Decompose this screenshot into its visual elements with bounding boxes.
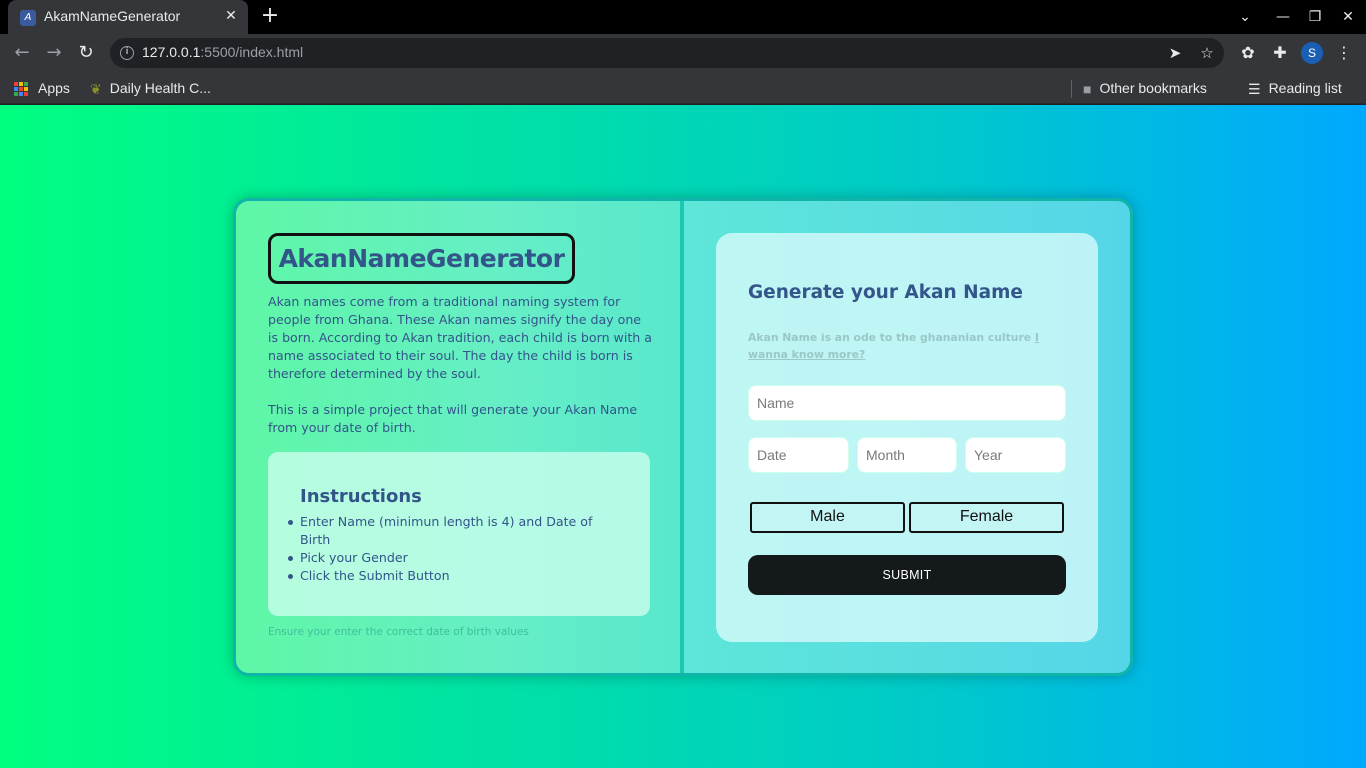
form-card: Generate your Akan Name Akan Name is an …	[716, 233, 1098, 642]
back-icon[interactable]: ←	[10, 41, 34, 65]
tab-title: AkamNameGenerator	[44, 8, 181, 24]
month-input[interactable]	[866, 438, 956, 472]
browser-titlebar: A AkamNameGenerator ✕ + ⌄ — ❐ ✕	[0, 0, 1366, 34]
intro-paragraph: Akan names come from a traditional namin…	[268, 294, 652, 381]
apps-grid-icon	[14, 82, 28, 97]
form-title: Generate your Akan Name	[748, 282, 1023, 303]
intro-paragraph: This is a simple project that will gener…	[268, 402, 638, 435]
year-field[interactable]	[965, 437, 1066, 473]
browser-tab[interactable]: A AkamNameGenerator ✕	[8, 0, 248, 34]
close-tab-icon[interactable]: ✕	[222, 7, 240, 25]
instructions-box: Instructions Enter Name (minimun length …	[268, 452, 650, 616]
date-input[interactable]	[757, 438, 848, 472]
bookmarks-bar: Apps ❦ Daily Health C... ■ Other bookmarks…	[0, 72, 1366, 104]
brand-title: AkanNameGenerator	[268, 233, 575, 284]
info-panel: AkanNameGenerator Akan names come from a…	[236, 201, 684, 673]
menu-icon[interactable]: ⋮	[1332, 41, 1356, 65]
intro-text: Akan names come from a traditional namin…	[268, 293, 654, 437]
male-button[interactable]: Male	[750, 502, 905, 533]
close-window-icon[interactable]: ✕	[1337, 6, 1359, 28]
date-field[interactable]	[748, 437, 849, 473]
reload-icon[interactable]: ↻	[74, 41, 98, 65]
list-item: Enter Name (minimun length is 4) and Dat…	[288, 513, 620, 549]
new-tab-icon[interactable]: +	[258, 5, 282, 29]
instructions-list: Enter Name (minimun length is 4) and Dat…	[288, 513, 620, 585]
apps-bookmark[interactable]: Apps	[14, 77, 70, 99]
year-input[interactable]	[974, 438, 1065, 472]
bookmark-star-icon[interactable]: ☆	[1196, 42, 1218, 64]
form-subtitle: Akan Name is an ode to the ghananian cul…	[748, 331, 1039, 361]
submit-button[interactable]: SUBMIT	[748, 555, 1066, 595]
month-field[interactable]	[857, 437, 957, 473]
list-item: Click the Submit Button	[288, 567, 620, 585]
bookmark-daily-health[interactable]: ❦ Daily Health C...	[90, 77, 211, 99]
footnote: Ensure your enter the correct date of bi…	[268, 626, 529, 638]
female-button[interactable]: Female	[909, 502, 1064, 533]
name-field[interactable]	[748, 385, 1066, 421]
leaf-icon: ❦	[90, 81, 102, 98]
favicon-icon: A	[20, 10, 36, 26]
instructions-title: Instructions	[300, 486, 422, 507]
main-card: AkanNameGenerator Akan names come from a…	[233, 198, 1133, 676]
folder-icon: ■	[1083, 81, 1092, 98]
name-input[interactable]	[757, 386, 1065, 420]
profile-avatar[interactable]: S	[1301, 42, 1323, 64]
page-viewport: AkanNameGenerator Akan names come from a…	[0, 105, 1366, 768]
reading-list[interactable]: ☰ Reading list	[1248, 77, 1342, 99]
send-icon[interactable]: ➤	[1164, 42, 1186, 64]
extension-icon[interactable]: ✿	[1236, 41, 1260, 65]
puzzle-icon[interactable]: ✚	[1268, 41, 1292, 65]
restore-icon[interactable]: ❐	[1304, 6, 1326, 28]
site-info-icon[interactable]: i	[120, 46, 134, 60]
address-bar[interactable]: i 127.0.0.1:5500/index.html ➤ ☆	[110, 38, 1224, 68]
form-panel: Generate your Akan Name Akan Name is an …	[684, 201, 1130, 673]
forward-icon[interactable]: →	[42, 41, 66, 65]
other-bookmarks[interactable]: ■ Other bookmarks	[1083, 77, 1207, 99]
url-text: 127.0.0.1:5500/index.html	[142, 44, 304, 60]
list-item: Pick your Gender	[288, 549, 620, 567]
bookmarks-divider	[1071, 80, 1072, 98]
browser-toolbar: ← → ↻ i 127.0.0.1:5500/index.html ➤ ☆ ✿ …	[0, 34, 1366, 72]
tab-search-icon[interactable]: ⌄	[1234, 6, 1256, 28]
reading-list-icon: ☰	[1248, 81, 1261, 98]
minimize-icon[interactable]: —	[1272, 6, 1294, 28]
